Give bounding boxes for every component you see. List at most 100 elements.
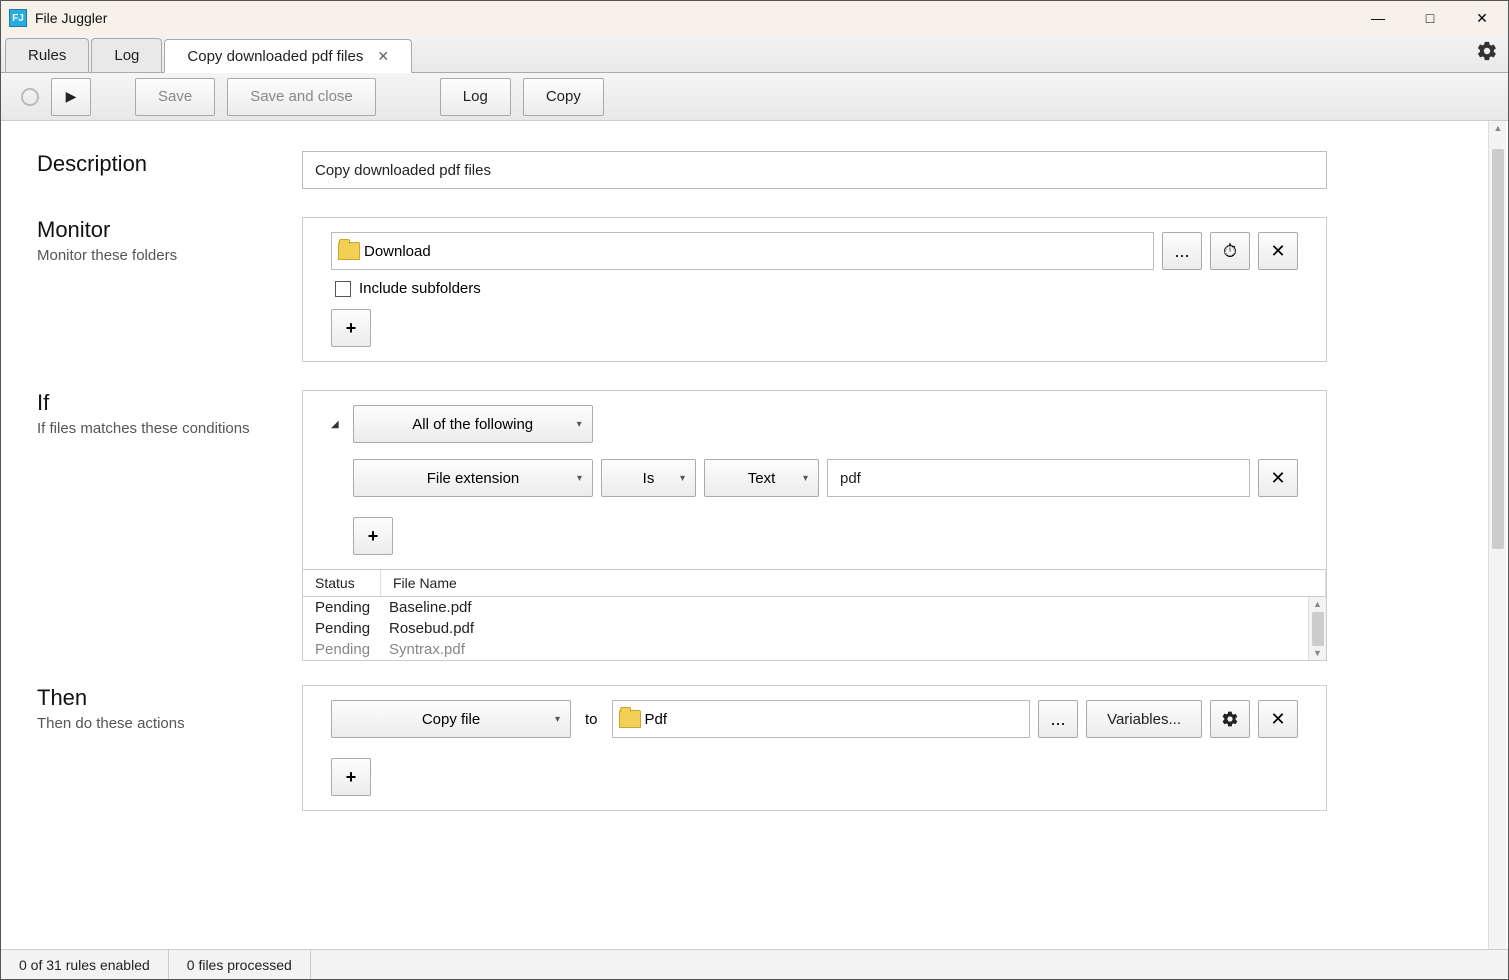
include-subfolders-label: Include subfolders (359, 280, 481, 297)
browse-folder-button[interactable]: ... (1162, 232, 1202, 270)
button-label: Variables... (1107, 711, 1181, 728)
condition-value-input[interactable] (827, 459, 1250, 497)
app-icon: FJ (9, 9, 27, 27)
close-icon: ✕ (1270, 468, 1285, 489)
cell-filename: Rosebud.pdf (381, 620, 1326, 637)
button-label: ... (1174, 241, 1189, 262)
add-action-button[interactable]: + (331, 758, 371, 796)
action-settings-button[interactable] (1210, 700, 1250, 738)
tab-log[interactable]: Log (91, 38, 162, 72)
status-files: 0 files processed (169, 950, 311, 979)
to-label: to (579, 711, 604, 728)
statusbar: 0 of 31 rules enabled 0 files processed (1, 949, 1508, 979)
if-label: If (37, 390, 282, 416)
button-label: Log (463, 88, 488, 105)
select-value: Is (643, 470, 655, 487)
save-close-button[interactable]: Save and close (227, 78, 376, 116)
table-row[interactable]: Pending Baseline.pdf (303, 597, 1326, 618)
description-label: Description (37, 151, 282, 177)
cell-filename: Syntrax.pdf (381, 641, 1326, 658)
destination-folder-input[interactable]: Pdf (612, 700, 1031, 738)
button-label: ... (1051, 709, 1066, 730)
condition-group-select[interactable]: All of the following ▾ (353, 405, 593, 443)
rule-enabled-radio[interactable] (21, 88, 39, 106)
status-rules: 0 of 31 rules enabled (1, 950, 169, 979)
remove-action-button[interactable]: ✕ (1258, 700, 1298, 738)
variables-button[interactable]: Variables... (1086, 700, 1202, 738)
chevron-down-icon: ▾ (577, 419, 582, 430)
preview-table: Status File Name Pending Baseline.pdf Pe… (302, 569, 1327, 661)
browse-dest-button[interactable]: ... (1038, 700, 1078, 738)
minimize-button[interactable]: — (1352, 1, 1404, 35)
table-scrollbar[interactable]: ▲ ▼ (1308, 597, 1326, 660)
condition-field-select[interactable]: File extension ▾ (353, 459, 593, 497)
cell-filename: Baseline.pdf (381, 599, 1326, 616)
monitor-label: Monitor (37, 217, 282, 243)
close-window-button[interactable]: ✕ (1456, 1, 1508, 35)
chevron-down-icon: ▾ (555, 714, 560, 725)
description-input[interactable] (302, 151, 1327, 189)
folder-name: Download (364, 243, 431, 260)
cell-status: Pending (303, 620, 381, 637)
select-value: Text (748, 470, 776, 487)
copy-button[interactable]: Copy (523, 78, 604, 116)
remove-folder-button[interactable]: ✕ (1258, 232, 1298, 270)
scroll-up-icon[interactable]: ▲ (1309, 597, 1326, 611)
button-label: Copy (546, 88, 581, 105)
chevron-down-icon: ▾ (680, 473, 685, 484)
add-folder-button[interactable]: + (331, 309, 371, 347)
scroll-up-icon[interactable]: ▲ (1489, 121, 1507, 135)
add-condition-button[interactable]: + (353, 517, 393, 555)
folder-name: Pdf (645, 711, 668, 728)
monitor-folder-input[interactable]: Download (331, 232, 1154, 270)
content-area: Description Monitor Monitor these folder… (1, 121, 1508, 949)
collapse-triangle-icon[interactable]: ◢ (331, 419, 339, 430)
table-row[interactable]: Pending Syntrax.pdf (303, 639, 1326, 660)
close-tab-icon[interactable]: ✕ (377, 48, 389, 65)
cell-status: Pending (303, 599, 381, 616)
gear-icon (1221, 710, 1239, 728)
close-icon: ✕ (1270, 709, 1285, 730)
select-value: All of the following (412, 416, 533, 433)
stopwatch-icon: ⏱ (1223, 241, 1237, 262)
tab-label: Log (114, 47, 139, 64)
settings-gear-icon[interactable] (1476, 40, 1498, 68)
tab-rules[interactable]: Rules (5, 38, 89, 72)
chevron-down-icon: ▾ (803, 473, 808, 484)
then-label: Then (37, 685, 282, 711)
save-button[interactable]: Save (135, 78, 215, 116)
scroll-thumb[interactable] (1492, 149, 1504, 549)
timer-button[interactable]: ⏱ (1210, 232, 1250, 270)
select-value: Copy file (422, 711, 480, 728)
maximize-button[interactable]: □ (1404, 1, 1456, 35)
button-label: Save (158, 88, 192, 105)
window-title: File Juggler (35, 10, 107, 26)
log-button[interactable]: Log (440, 78, 511, 116)
cell-status: Pending (303, 641, 381, 658)
tab-active-rule[interactable]: Copy downloaded pdf files ✕ (164, 39, 412, 73)
remove-condition-button[interactable]: ✕ (1258, 459, 1298, 497)
select-value: File extension (427, 470, 520, 487)
action-select[interactable]: Copy file ▾ (331, 700, 571, 738)
column-status[interactable]: Status (303, 570, 381, 596)
close-icon: ✕ (1270, 241, 1285, 262)
include-subfolders-checkbox[interactable] (335, 281, 351, 297)
titlebar: FJ File Juggler — □ ✕ (1, 1, 1508, 35)
condition-op-select[interactable]: Is ▾ (601, 459, 696, 497)
then-sublabel: Then do these actions (37, 715, 282, 732)
if-sublabel: If files matches these conditions (37, 420, 282, 437)
table-row[interactable]: Pending Rosebud.pdf (303, 618, 1326, 639)
tab-label: Rules (28, 47, 66, 64)
folder-icon (619, 710, 641, 728)
run-button[interactable]: ▶ (51, 78, 91, 116)
condition-type-select[interactable]: Text ▾ (704, 459, 819, 497)
scroll-down-icon[interactable]: ▼ (1309, 646, 1326, 660)
toolbar: ▶ Save Save and close Log Copy (1, 73, 1508, 121)
button-label: Save and close (250, 88, 353, 105)
scroll-thumb[interactable] (1312, 612, 1324, 646)
folder-icon (338, 242, 360, 260)
tab-label: Copy downloaded pdf files (187, 48, 363, 65)
column-filename[interactable]: File Name (381, 570, 1326, 596)
vertical-scrollbar[interactable]: ▲ (1488, 121, 1506, 949)
play-icon: ▶ (66, 88, 77, 105)
